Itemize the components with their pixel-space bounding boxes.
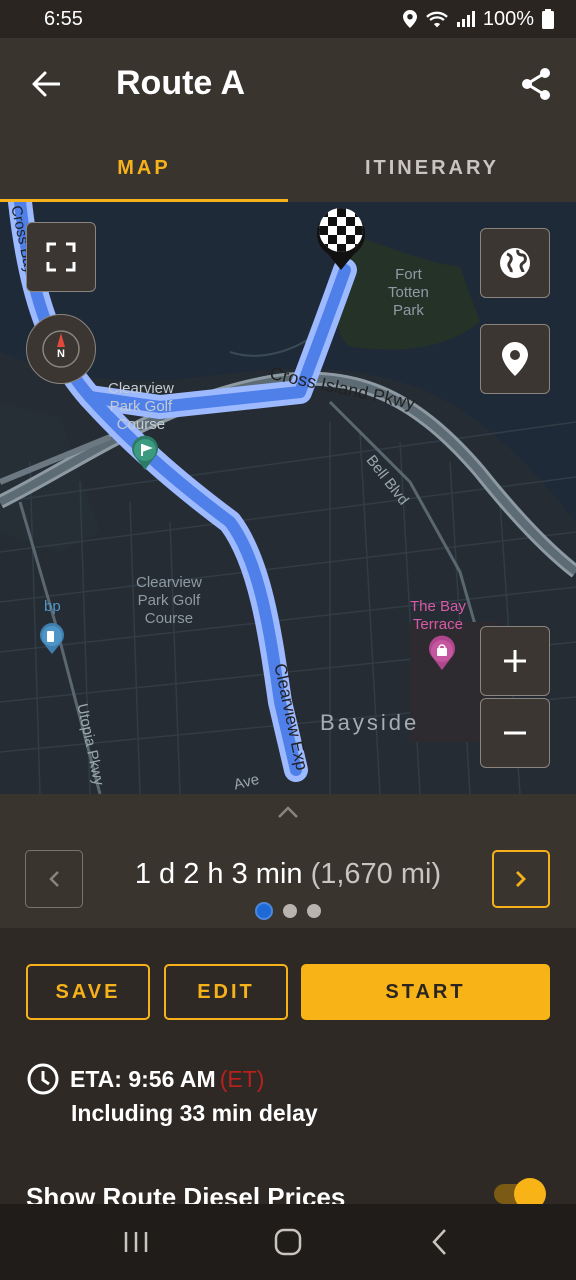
location-icon	[402, 10, 417, 28]
route-map[interactable]: Fort Totten Park Cross Island Pkwy Clear…	[0, 202, 576, 794]
fort-totten-label: Fort Totten Park	[388, 266, 429, 319]
delay-text: Including 33 min delay	[71, 1100, 318, 1126]
pager-dot-2[interactable]	[283, 904, 297, 918]
map-layers-button[interactable]	[480, 228, 550, 298]
signal-icon	[456, 11, 475, 27]
home-button[interactable]	[258, 1212, 318, 1272]
plus-icon	[504, 650, 526, 672]
save-button[interactable]: SAVE	[26, 964, 150, 1020]
zoom-out-button[interactable]	[480, 698, 550, 768]
zoom-in-button[interactable]	[480, 626, 550, 696]
golf-label-bottom: Clearview Park Golf Course	[136, 574, 202, 627]
chevron-up-icon	[278, 806, 298, 818]
svg-text:N: N	[57, 348, 65, 360]
battery-icon	[542, 9, 554, 29]
compass-icon: N	[42, 330, 80, 368]
back-chevron-icon	[432, 1229, 446, 1255]
minus-icon	[504, 731, 526, 735]
eta-row: ETA: 9:56 AM (ET)	[26, 1062, 264, 1096]
wifi-icon	[426, 11, 448, 28]
start-button[interactable]: START	[301, 964, 550, 1020]
my-location-button[interactable]	[480, 324, 550, 394]
bay-terrace-label: The Bay Terrace	[410, 598, 466, 633]
route-duration: 1 d 2 h 3 min	[134, 858, 303, 890]
home-icon	[274, 1228, 302, 1256]
location-pin-icon	[502, 342, 528, 376]
recent-apps-icon	[124, 1232, 148, 1252]
battery-percent: 100%	[482, 7, 534, 30]
app-bar: Route A	[0, 38, 576, 134]
arrow-left-icon	[32, 71, 60, 97]
status-icons: 100%	[402, 7, 554, 31]
edit-button[interactable]: EDIT	[164, 964, 288, 1020]
route-distance: (1,670 mi)	[310, 858, 442, 890]
fullscreen-icon	[46, 242, 76, 272]
pager-dot-3[interactable]	[307, 904, 321, 918]
diesel-prices-toggle[interactable]	[494, 1178, 546, 1210]
status-bar: 6:55 100%	[0, 0, 576, 38]
next-route-button[interactable]	[492, 850, 550, 908]
globe-icon	[500, 248, 530, 278]
tab-itinerary[interactable]: ITINERARY	[288, 134, 576, 202]
status-time: 6:55	[44, 7, 83, 30]
compass-button[interactable]: N	[26, 314, 96, 384]
actions-panel: SAVE EDIT START ETA: 9:56 AM (ET) Includ…	[0, 928, 576, 1212]
chevron-right-icon	[516, 871, 526, 887]
tab-bar: MAP ITINERARY	[0, 134, 576, 202]
fullscreen-button[interactable]	[26, 222, 96, 292]
route-summary-panel: 1 d 2 h 3 min (1,670 mi)	[0, 794, 576, 928]
route-pager-dots	[0, 902, 576, 920]
eta-text: ETA: 9:56 AM	[70, 1065, 216, 1092]
bp-label: bp	[44, 598, 61, 615]
system-back-button[interactable]	[410, 1212, 470, 1272]
recent-apps-button[interactable]	[106, 1212, 166, 1272]
golf-label-top: Clearview Park Golf Course	[108, 380, 174, 433]
pager-dot-1[interactable]	[255, 902, 273, 920]
share-icon	[522, 68, 550, 100]
expand-handle[interactable]	[276, 804, 300, 825]
bayside-label: Bayside	[320, 710, 420, 735]
route-summary: 1 d 2 h 3 min (1,670 mi)	[0, 858, 576, 891]
clock-icon	[27, 1063, 59, 1095]
share-button[interactable]	[510, 58, 562, 110]
eta-timezone: (ET)	[219, 1065, 265, 1092]
page-title: Route A	[116, 64, 246, 102]
system-navigation-bar	[0, 1204, 576, 1280]
back-button[interactable]	[22, 60, 70, 108]
tab-map[interactable]: MAP	[0, 134, 288, 202]
